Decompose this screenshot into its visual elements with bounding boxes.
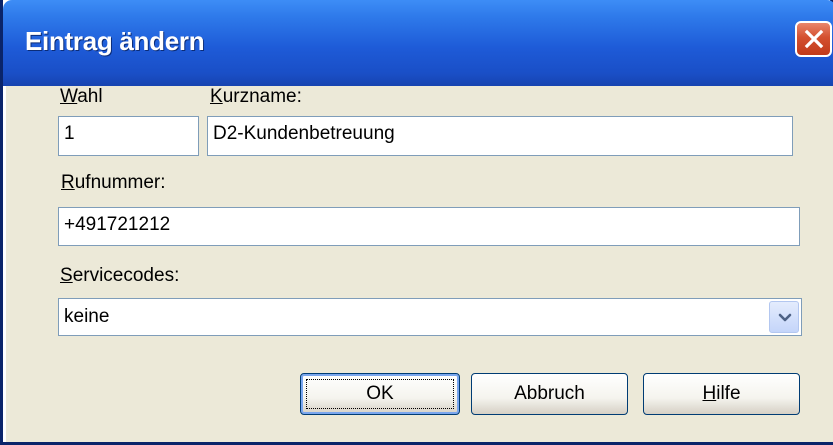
kurzname-label: Kurzname: bbox=[210, 86, 302, 107]
close-icon bbox=[804, 29, 824, 49]
dialog-body: Wahl 1 Kurzname: D2-Kundenbetreuung Rufn… bbox=[6, 86, 833, 442]
edit-entry-dialog: Eintrag ändern Wahl 1 Kurzname: D2-Kunde… bbox=[0, 0, 833, 445]
rufnummer-field[interactable]: +491721212 bbox=[58, 207, 800, 246]
close-button[interactable] bbox=[795, 21, 832, 57]
ok-button[interactable]: OK bbox=[300, 373, 460, 415]
servicecodes-select[interactable]: keine bbox=[58, 298, 802, 336]
kurzname-field[interactable]: D2-Kundenbetreuung bbox=[207, 116, 793, 156]
abbruch-button-label: Abbruch bbox=[514, 383, 585, 404]
focus-rect bbox=[306, 379, 454, 409]
hilfe-button-label: Hilfe bbox=[702, 383, 741, 404]
wahl-field[interactable]: 1 bbox=[58, 116, 199, 156]
servicecodes-label: Servicecodes: bbox=[60, 265, 180, 286]
rufnummer-label: Rufnummer: bbox=[61, 172, 166, 193]
wahl-label: Wahl bbox=[60, 86, 103, 107]
hilfe-button[interactable]: Hilfe bbox=[643, 373, 800, 415]
servicecodes-dropdown-button[interactable] bbox=[769, 301, 799, 333]
dialog-title: Eintrag ändern bbox=[25, 26, 205, 56]
chevron-down-icon bbox=[778, 313, 792, 322]
title-bar[interactable]: Eintrag ändern bbox=[3, 0, 833, 86]
abbruch-button[interactable]: Abbruch bbox=[471, 373, 628, 415]
servicecodes-selected-value: keine bbox=[64, 306, 110, 327]
